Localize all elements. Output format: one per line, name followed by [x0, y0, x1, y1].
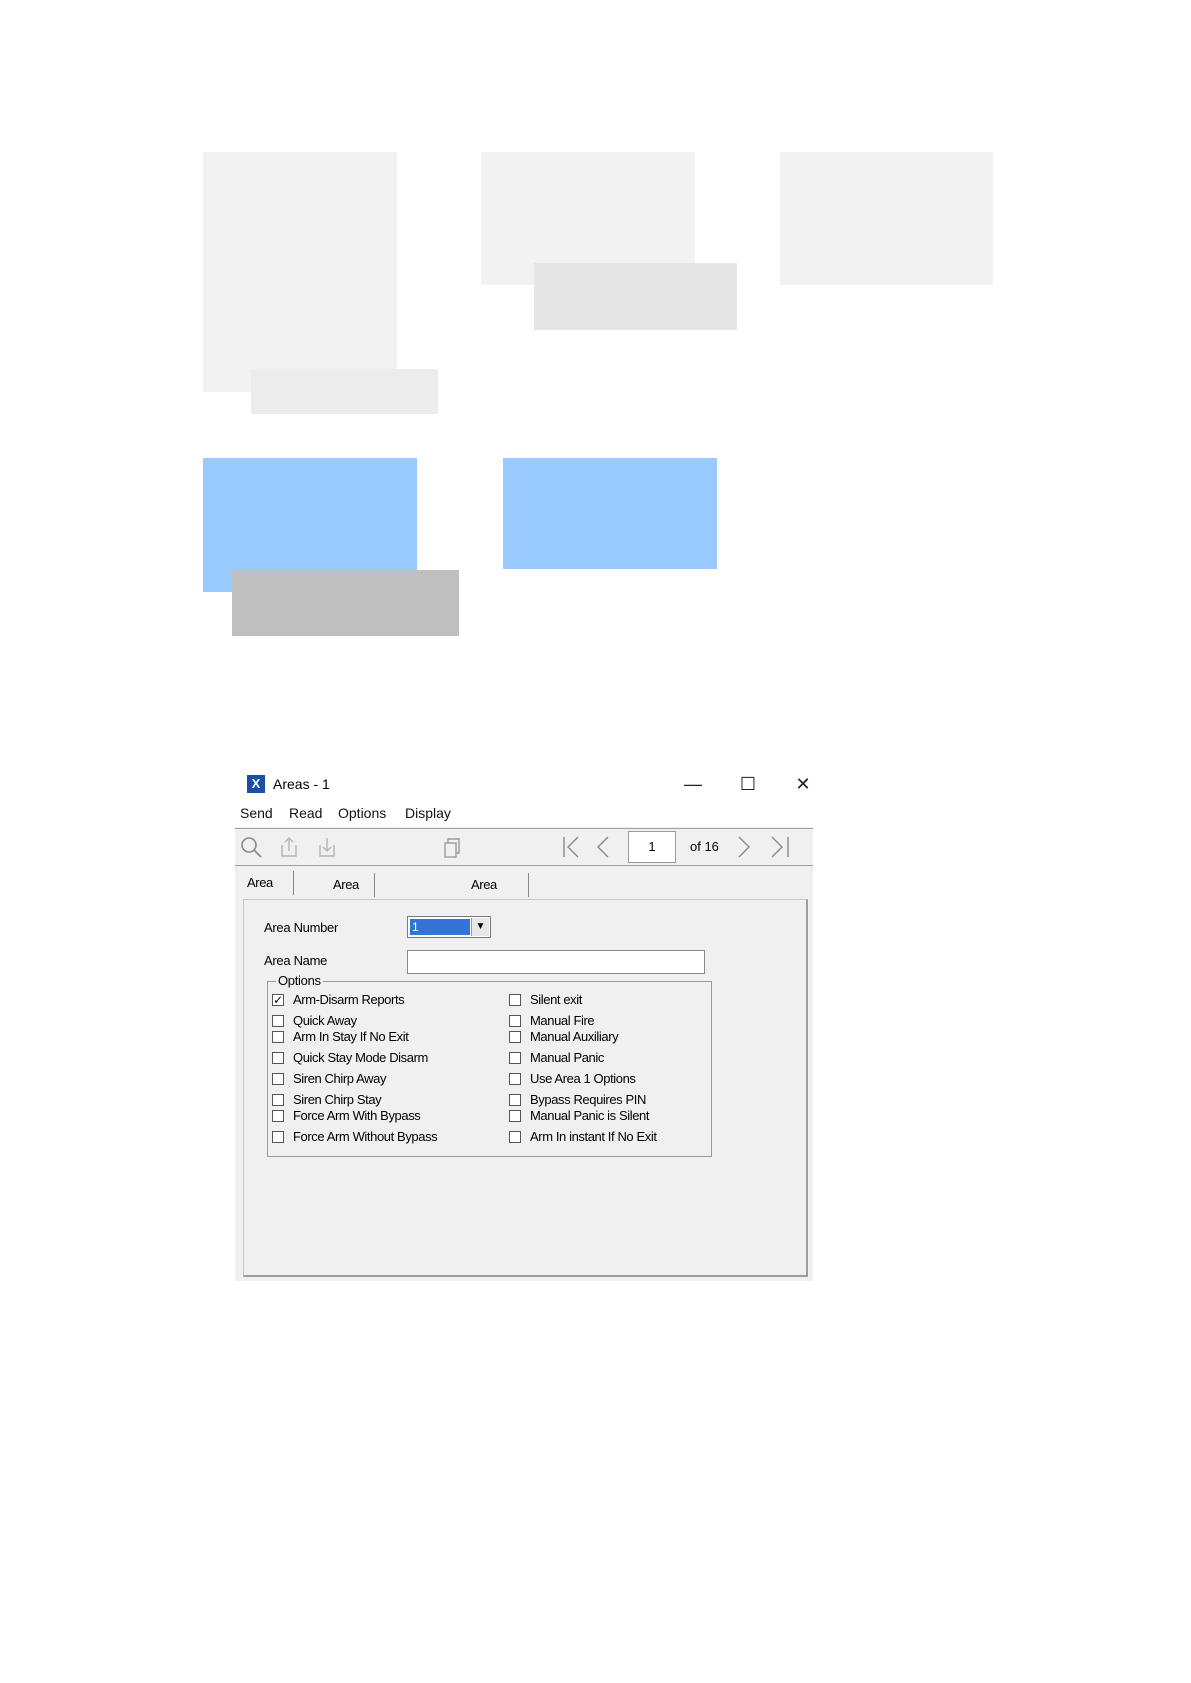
left-option-6[interactable]: Force Arm With Bypass	[272, 1108, 421, 1123]
left-option-2[interactable]: Arm In Stay If No Exit	[272, 1029, 409, 1044]
placeholder-block-5	[780, 152, 993, 285]
checkbox-label: Use Area 1 Options	[530, 1071, 636, 1086]
checkbox[interactable]	[509, 993, 521, 1006]
checkbox-label: Quick Away	[293, 1013, 357, 1028]
checkbox-label: Manual Auxiliary	[530, 1029, 619, 1044]
checkbox[interactable]	[272, 1109, 284, 1122]
copy-icon[interactable]	[440, 835, 464, 859]
app-logo-icon: X	[247, 775, 265, 793]
menu-read[interactable]: Read	[289, 805, 322, 821]
checkbox-label: Arm In instant If No Exit	[530, 1129, 657, 1144]
right-option-4[interactable]: Use Area 1 Options	[509, 1071, 636, 1086]
area-number-value: 1	[410, 919, 470, 935]
page-count-label: of 16	[690, 839, 719, 854]
placeholder-block-blue-2	[503, 458, 717, 569]
checkbox[interactable]: ✓	[272, 993, 284, 1006]
checkbox[interactable]	[509, 1109, 521, 1122]
checkbox[interactable]	[509, 1072, 521, 1085]
minimize-button[interactable]: —	[673, 771, 713, 797]
last-page-icon[interactable]	[768, 835, 792, 859]
area-number-label: Area Number	[264, 920, 339, 935]
checkbox[interactable]	[509, 1014, 521, 1027]
menu-display[interactable]: Display	[405, 805, 451, 821]
right-option-3[interactable]: Manual Panic	[509, 1050, 604, 1065]
right-option-5[interactable]: Bypass Requires PIN	[509, 1092, 646, 1107]
areas-window: X Areas - 1 — ☐ ✕ Send Read Options Disp…	[235, 767, 813, 1281]
checkbox[interactable]	[272, 1014, 284, 1027]
options-group: Options ✓ Arm-Disarm Reports Quick Away Arm…	[267, 973, 712, 1157]
checkbox-label: Manual Panic is Silent	[530, 1108, 650, 1123]
window-title: Areas - 1	[273, 776, 330, 792]
placeholder-block-1	[203, 152, 397, 392]
placeholder-block-2	[251, 369, 438, 414]
checkbox-label: Quick Stay Mode Disarm	[293, 1050, 428, 1065]
right-option-6[interactable]: Manual Panic is Silent	[509, 1108, 650, 1123]
left-option-5[interactable]: Siren Chirp Stay	[272, 1092, 382, 1107]
menu-send[interactable]: Send	[240, 805, 273, 821]
checkbox[interactable]	[272, 1072, 284, 1085]
page-number-input[interactable]: 1	[628, 831, 676, 863]
upload-icon[interactable]	[277, 835, 301, 859]
checkbox[interactable]	[272, 1130, 284, 1143]
close-button[interactable]: ✕	[783, 771, 823, 797]
checkbox-label: Siren Chirp Stay	[293, 1092, 382, 1107]
search-icon[interactable]	[239, 835, 263, 859]
first-page-icon[interactable]	[560, 835, 584, 859]
checkbox[interactable]	[509, 1130, 521, 1143]
checkbox-label: Force Arm Without Bypass	[293, 1129, 438, 1144]
title-bar: X Areas - 1 — ☐ ✕	[235, 767, 813, 801]
right-option-1[interactable]: Manual Fire	[509, 1013, 595, 1028]
chevron-down-icon[interactable]: ▼	[471, 918, 489, 936]
checkbox[interactable]	[509, 1093, 521, 1106]
checkbox[interactable]	[509, 1051, 521, 1064]
toolbar: 1 of 16	[235, 828, 813, 866]
left-option-4[interactable]: Siren Chirp Away	[272, 1071, 386, 1086]
area-options-panel: Area Number 1 ▼ Area Name Options ✓ Arm-D…	[243, 899, 808, 1277]
menu-bar: Send Read Options Display	[235, 801, 813, 827]
checkbox-label: Force Arm With Bypass	[293, 1108, 421, 1123]
area-number-dropdown[interactable]: 1 ▼	[407, 916, 491, 938]
right-option-2[interactable]: Manual Auxiliary	[509, 1029, 619, 1044]
tab-area-type-and-timers[interactable]: Area Type and Timers	[329, 873, 375, 964]
right-option-0[interactable]: Silent exit	[509, 992, 582, 1007]
checkbox-label: Manual Fire	[530, 1013, 595, 1028]
right-option-7[interactable]: Arm In instant If No Exit	[509, 1129, 657, 1144]
area-name-input[interactable]	[407, 950, 705, 974]
left-option-7[interactable]: Force Arm Without Bypass	[272, 1129, 438, 1144]
checkbox[interactable]	[509, 1030, 521, 1043]
left-option-3[interactable]: Quick Stay Mode Disarm	[272, 1050, 428, 1065]
placeholder-block-gray	[232, 570, 459, 636]
left-option-0[interactable]: ✓ Arm-Disarm Reports	[272, 992, 405, 1007]
options-group-title: Options	[276, 973, 323, 988]
checkbox-label: Silent exit	[530, 992, 582, 1007]
maximize-button[interactable]: ☐	[728, 771, 768, 797]
tab-area-options[interactable]: Area Options	[243, 871, 294, 914]
previous-page-icon[interactable]	[591, 835, 615, 859]
placeholder-block-4	[534, 263, 737, 330]
download-icon[interactable]	[315, 835, 339, 859]
checkbox[interactable]	[272, 1051, 284, 1064]
checkbox[interactable]	[272, 1030, 284, 1043]
checkbox-label: Arm-Disarm Reports	[293, 992, 405, 1007]
menu-options[interactable]: Options	[338, 805, 386, 821]
checkbox-label: Manual Panic	[530, 1050, 604, 1065]
area-name-label: Area Name	[264, 953, 328, 968]
checkbox-label: Siren Chirp Away	[293, 1071, 387, 1086]
next-page-icon[interactable]	[732, 835, 756, 859]
checkbox[interactable]	[272, 1093, 284, 1106]
checkbox-label: Arm In Stay If No Exit	[293, 1029, 409, 1044]
left-option-1[interactable]: Quick Away	[272, 1013, 357, 1028]
tab-area-event-reporting[interactable]: Area Event Reporting	[467, 873, 529, 940]
checkbox-label: Bypass Requires PIN	[530, 1092, 646, 1107]
